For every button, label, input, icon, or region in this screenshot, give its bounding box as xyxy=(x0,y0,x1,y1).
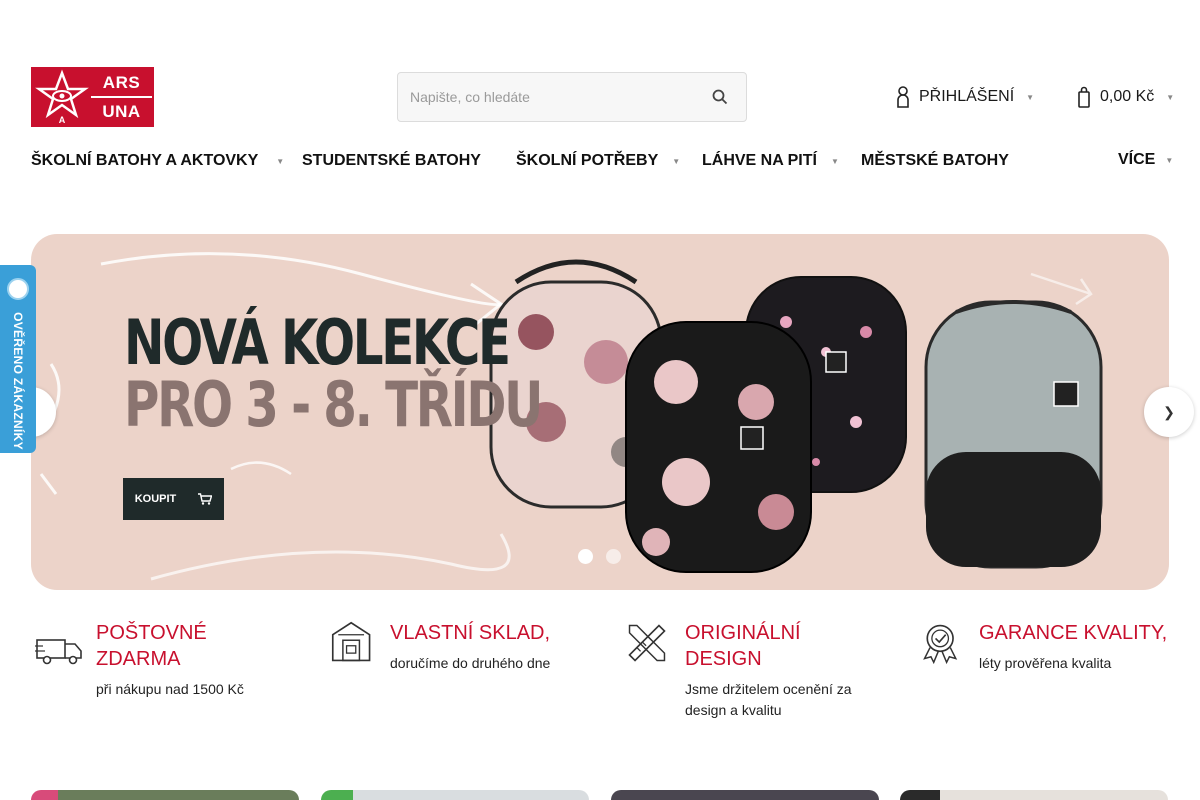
cart-icon xyxy=(198,493,213,505)
category-thumbnail[interactable] xyxy=(611,790,879,800)
chevron-down-icon: ▼ xyxy=(1026,92,1035,102)
search-button[interactable] xyxy=(694,73,746,121)
feature-quality-guarantee: GARANCE KVALITY, léty prověřena kvalita xyxy=(919,620,1179,674)
nav-item-city-backpacks[interactable]: MĚSTSKÉ BATOHY xyxy=(861,152,1009,170)
nav-item-water-bottles[interactable]: LÁHVE NA PITÍ ▼ xyxy=(702,152,839,170)
nav-item-student-backpacks[interactable]: STUDENTSKÉ BATOHY xyxy=(302,152,481,170)
nav-item-more[interactable]: VÍCE ▼ xyxy=(1118,151,1173,169)
chevron-right-icon: ❯ xyxy=(1163,403,1175,420)
logo-text-line2: UNA xyxy=(91,96,152,125)
chevron-down-icon: ▼ xyxy=(830,156,839,166)
slider-dots xyxy=(578,549,621,564)
logo-text-line1: ARS xyxy=(91,69,152,96)
chevron-down-icon: ▼ xyxy=(1166,92,1175,102)
backpack-images xyxy=(489,259,1103,573)
feature-own-warehouse: VLASTNÍ SKLAD, doručíme do druhého dne xyxy=(330,620,590,674)
nav-more-label: VÍCE xyxy=(1118,151,1156,168)
feature-title: ORIGINÁLNÍ DESIGN xyxy=(685,622,801,670)
category-thumbnail[interactable] xyxy=(900,790,1168,800)
main-nav: ŠKOLNÍ BATOHY A AKTOVKY ▼ STUDENTSKÉ BAT… xyxy=(31,151,1173,176)
category-thumbnail[interactable] xyxy=(31,790,299,800)
hero-buy-label: KOUPIT xyxy=(134,493,177,505)
award-icon xyxy=(923,624,958,665)
search-box xyxy=(397,72,747,122)
slider-dot-2[interactable] xyxy=(606,549,621,564)
feature-original-design: ORIGINÁLNÍ DESIGN Jsme držitelem ocenění… xyxy=(624,620,875,721)
login-label: PŘIHLÁŠENÍ xyxy=(919,88,1015,105)
user-icon xyxy=(897,86,909,108)
feature-title: GARANCE KVALITY, xyxy=(979,622,1168,644)
slider-next-button[interactable]: ❯ xyxy=(1144,387,1194,437)
category-thumbnail[interactable] xyxy=(321,790,589,800)
verified-badge-icon xyxy=(7,278,29,300)
nav-item-label: ŠKOLNÍ POTŘEBY xyxy=(516,152,659,169)
verified-label: OVĚŘENO ZÁKAZNÍKY xyxy=(11,312,25,450)
truck-icon xyxy=(35,639,82,665)
feature-free-shipping: POŠTOVNÉ ZDARMA při nákupu nad 1500 Kč xyxy=(35,620,266,700)
nav-item-label: STUDENTSKÉ BATOHY xyxy=(302,152,481,169)
hero-title-line2: PRO 3 - 8. TŘÍDU xyxy=(124,368,543,441)
svg-text:A: A xyxy=(59,115,66,125)
hero-buy-button[interactable]: KOUPIT xyxy=(123,478,224,520)
verified-by-customers-tab[interactable]: OVĚŘENO ZÁKAZNÍKY xyxy=(0,265,36,453)
search-input[interactable] xyxy=(398,89,694,105)
cart-total: 0,00 Kč xyxy=(1100,88,1155,105)
slider-dot-1[interactable] xyxy=(578,549,593,564)
chevron-down-icon: ▼ xyxy=(276,156,285,166)
cart-button[interactable]: 0,00 Kč ▼ xyxy=(1078,86,1174,108)
nav-item-school-backpacks[interactable]: ŠKOLNÍ BATOHY A AKTOVKY ▼ xyxy=(31,152,284,170)
feature-description: doručíme do druhého dne xyxy=(390,655,551,671)
nav-item-label: LÁHVE NA PITÍ xyxy=(702,152,817,169)
nav-item-label: ŠKOLNÍ BATOHY A AKTOVKY xyxy=(31,152,259,169)
warehouse-icon xyxy=(331,621,371,662)
chevron-down-icon: ▼ xyxy=(1165,155,1174,165)
nav-item-school-supplies[interactable]: ŠKOLNÍ POTŘEBY ▼ xyxy=(516,152,680,170)
hero-banner[interactable]: NOVÁ KOLEKCE PRO 3 - 8. TŘÍDU KOUPIT xyxy=(31,234,1169,590)
feature-description: při nákupu nad 1500 Kč xyxy=(96,681,244,697)
bag-icon xyxy=(1078,86,1090,108)
feature-title: POŠTOVNÉ ZDARMA xyxy=(96,622,207,670)
nav-item-label: MĚSTSKÉ BATOHY xyxy=(861,152,1009,169)
login-button[interactable]: PŘIHLÁŠENÍ ▼ xyxy=(897,86,1034,108)
search-icon xyxy=(712,89,728,105)
chevron-down-icon: ▼ xyxy=(672,156,681,166)
feature-description: léty prověřena kvalita xyxy=(979,655,1112,671)
logo[interactable]: A ARS UNA xyxy=(31,67,154,127)
pencil-ruler-icon xyxy=(628,624,666,662)
logo-star-eye-icon: A xyxy=(33,69,91,125)
feature-title: VLASTNÍ SKLAD, xyxy=(390,622,551,644)
feature-description: Jsme držitelem ocenění za design a kvali… xyxy=(685,681,852,718)
